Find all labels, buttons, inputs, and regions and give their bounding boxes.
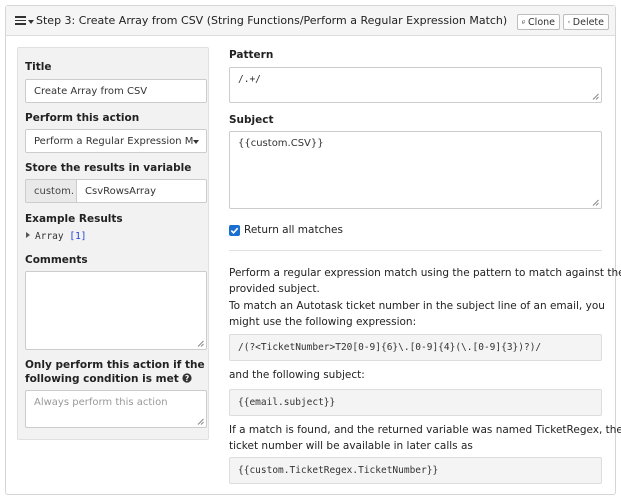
description-2: To match an Autotask ticket number in th… (229, 298, 605, 330)
subject-value: {{custom.CSV}} (238, 138, 324, 149)
description-1: Perform a regular expression match using… (229, 265, 621, 297)
example-count: [1] (69, 231, 87, 242)
store-label: Store the results in variable (25, 162, 192, 174)
return-all-label[interactable]: Return all matches (244, 222, 343, 238)
description-2-line2: might use the following expression: (229, 316, 417, 328)
comments-textarea[interactable] (25, 271, 207, 350)
chevron-down-icon (193, 140, 199, 144)
resize-grip-icon[interactable] (197, 340, 204, 347)
step-panel: Step 3: Create Array from CSV (String Fu… (5, 5, 621, 495)
description-4-line1: If a match is found, and the returned va… (229, 424, 621, 436)
condition-label-line1: Only perform this action if the (25, 359, 205, 371)
settings-column: Title Create Array from CSV Perform this… (17, 47, 209, 440)
resize-grip-icon[interactable] (197, 418, 204, 425)
svg-text:?: ? (185, 374, 189, 383)
code-example-result: {{custom.TicketRegex.TicketNumber}} (229, 457, 602, 484)
subject-textarea[interactable]: {{custom.CSV}} (229, 131, 602, 209)
clone-label: Clone (528, 16, 555, 28)
example-type: Array (35, 231, 64, 242)
store-variable-input[interactable]: CsvRowsArray (76, 179, 207, 203)
action-select[interactable]: Perform a Regular Expression M (25, 129, 207, 153)
return-all-checkbox[interactable] (229, 225, 240, 236)
example-result-toggle[interactable]: Array [1] (26, 231, 87, 242)
description-3: and the following subject: (229, 369, 365, 381)
title-label: Title (25, 61, 52, 73)
help-icon[interactable]: ? (182, 373, 192, 383)
expand-triangle-icon (26, 232, 30, 238)
divider (229, 250, 602, 251)
pattern-textarea[interactable]: /.+/ (229, 67, 602, 103)
step-header: Step 3: Create Array from CSV (String Fu… (6, 6, 615, 36)
resize-grip-icon[interactable] (592, 93, 599, 100)
condition-label-line2: following condition is met (25, 373, 179, 385)
condition-placeholder: Always perform this action (34, 397, 168, 408)
trash-icon (568, 20, 570, 24)
condition-input[interactable]: Always perform this action (25, 390, 207, 428)
drag-handle-icon[interactable] (15, 16, 26, 25)
description-4-line2: ticket number will be available in later… (229, 440, 473, 452)
pattern-label: Pattern (229, 49, 274, 61)
checkmark-icon (230, 227, 239, 234)
description-1-line2: provided subject. (229, 283, 320, 295)
step-title[interactable]: Step 3: Create Array from CSV (String Fu… (36, 14, 507, 27)
subject-label: Subject (229, 114, 274, 126)
description-1-line1: Perform a regular expression match using… (229, 267, 621, 279)
condition-label: following condition is met ? (25, 373, 192, 385)
copy-icon (522, 20, 526, 24)
resize-grip-icon[interactable] (592, 199, 599, 206)
code-example-subject: {{email.subject}} (229, 389, 602, 416)
comments-label: Comments (25, 254, 88, 266)
action-select-value: Perform a Regular Expression M (34, 136, 194, 147)
store-prefix: custom. (25, 179, 77, 203)
pattern-value: /.+/ (238, 74, 261, 85)
description-2-line1: To match an Autotask ticket number in th… (229, 300, 605, 312)
delete-button[interactable]: Delete (563, 14, 609, 30)
action-label: Perform this action (25, 112, 140, 124)
description-4: If a match is found, and the returned va… (229, 422, 621, 454)
title-input[interactable]: Create Array from CSV (25, 79, 207, 103)
delete-label: Delete (572, 16, 604, 28)
clone-button[interactable]: Clone (517, 14, 560, 30)
code-example-expression: /(?<TicketNumber>T20[0-9]{6}\.[0-9]{4}(\… (229, 334, 602, 361)
collapse-caret-icon[interactable] (28, 20, 34, 24)
example-label: Example Results (25, 213, 123, 225)
